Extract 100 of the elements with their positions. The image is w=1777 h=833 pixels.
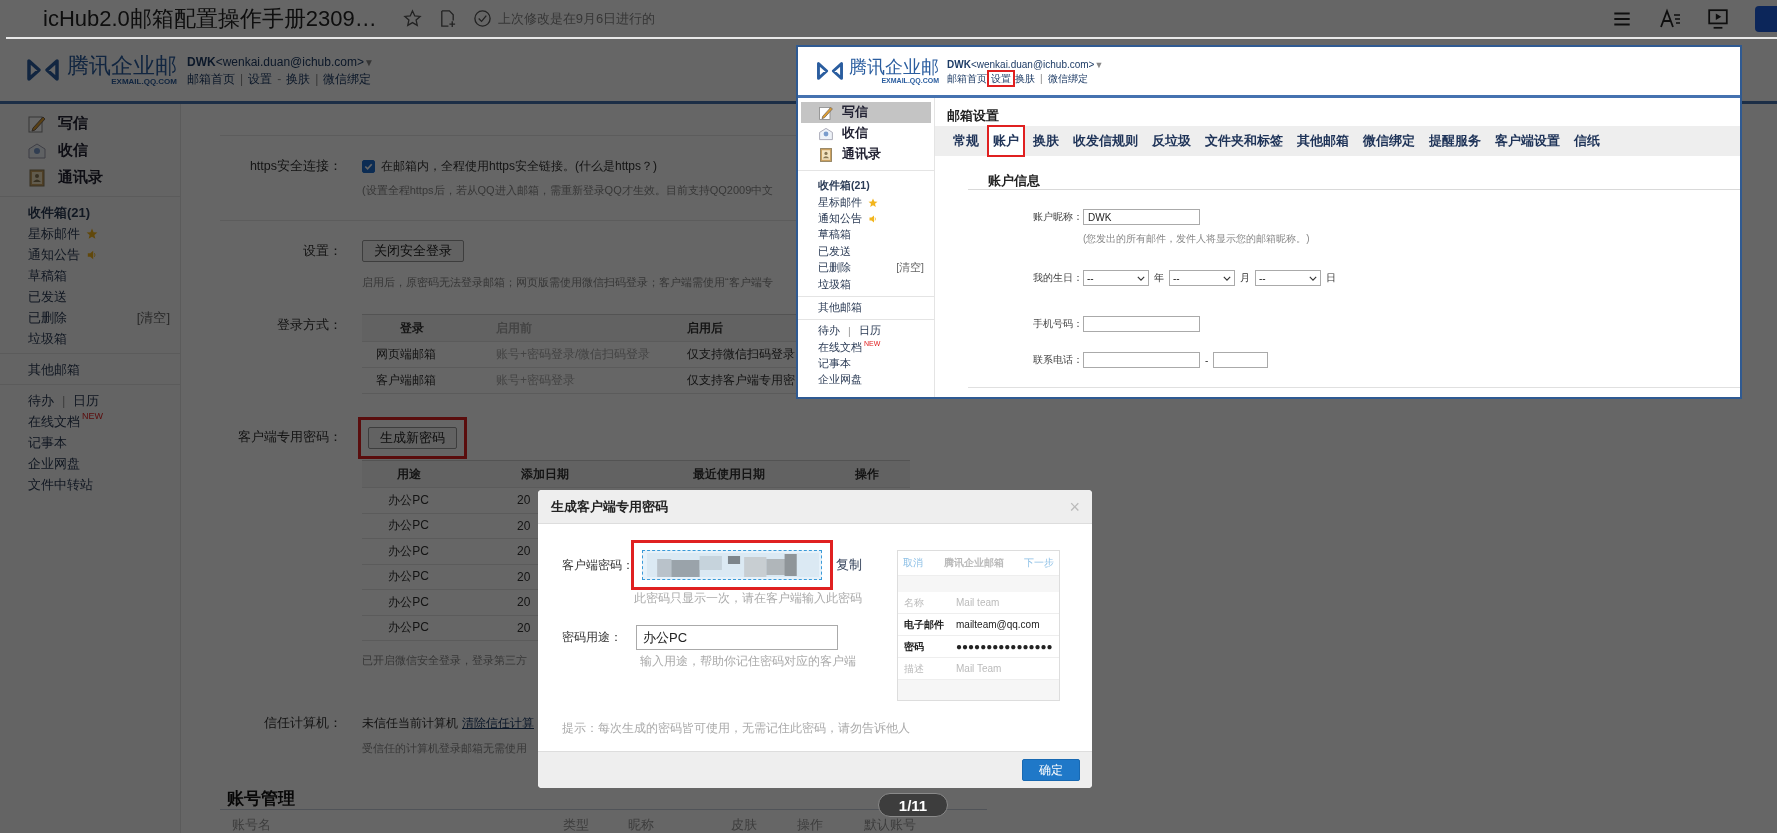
table-cell-text: 办公PC: [387, 568, 430, 586]
field-label: 客户端密码：: [562, 556, 635, 574]
table-cell-text: 办公PC: [387, 593, 430, 611]
header-button[interactable]: [1755, 5, 1777, 32]
link-separator: |: [61, 393, 67, 408]
table-cell-text: 网页端邮箱: [375, 346, 437, 363]
preview-label: 描述: [904, 661, 925, 676]
column-header: 启用后: [686, 319, 723, 337]
settings-tab[interactable]: 微信绑定: [1357, 125, 1421, 157]
logo-icon: [816, 61, 844, 81]
text-field[interactable]: [1083, 352, 1200, 368]
settings-tab[interactable]: 常规: [947, 125, 985, 157]
field-label: 联系电话：: [1032, 353, 1083, 367]
logo-domain: EXMAIL.QQ.COM: [111, 78, 177, 86]
setting-text: 在邮箱内，全程使用https安全链接。(什么是https？): [381, 157, 658, 175]
table-cell-text: 办公PC: [387, 542, 430, 560]
check-circle-icon: [472, 9, 492, 28]
preview-label: 密码: [904, 639, 925, 654]
folder-link[interactable]: 已删除: [818, 261, 851, 276]
dropdown[interactable]: --: [1169, 270, 1235, 286]
settings-tab[interactable]: 客户端设置: [1489, 125, 1566, 157]
dialog-title: 生成客户端专用密码: [551, 497, 668, 516]
logo-text: 腾讯企业邮: [849, 57, 939, 77]
table-cell: 20: [517, 569, 531, 584]
address-book-icon: [27, 167, 47, 188]
link-separator: |: [847, 325, 852, 338]
dash-label: -: [1204, 354, 1210, 366]
caret-icon[interactable]: ▼: [1094, 59, 1104, 70]
dropdown[interactable]: --: [1255, 270, 1321, 286]
confirm-button[interactable]: 确定: [1022, 759, 1080, 781]
page-counter: 1/11: [878, 793, 948, 817]
settings-tab[interactable]: 换肤: [1027, 125, 1065, 157]
text-field[interactable]: [1213, 352, 1269, 368]
envelope-icon: [818, 125, 834, 142]
action-label: 收信: [58, 141, 88, 160]
folder-link[interactable]: 日历: [858, 324, 881, 339]
logo-icon: [26, 58, 60, 82]
hint-text: (您发出的所有邮件，发件人将显示您的邮箱昵称。): [1083, 233, 1310, 245]
star-icon: [868, 197, 878, 208]
chevron-down-icon: [1223, 275, 1231, 281]
folder-link[interactable]: 企业网盘: [818, 373, 862, 388]
settings-tab[interactable]: 信纸: [1568, 125, 1606, 157]
table-cell: 20: [517, 595, 531, 610]
link-separator: -: [276, 70, 283, 87]
copy-link[interactable]: 复制: [836, 556, 862, 574]
purpose-field[interactable]: 办公PC: [636, 625, 838, 650]
table-cell: 20: [517, 544, 531, 559]
settings-tab[interactable]: 提醒服务: [1423, 125, 1487, 157]
text-field[interactable]: DWK: [1083, 209, 1200, 225]
action-label: 通讯录: [58, 168, 103, 187]
table-cell-text: 办公PC: [387, 517, 430, 535]
folder-link[interactable]: 待办: [818, 324, 840, 339]
chevron-down-icon: [1309, 275, 1317, 281]
setting-label: 信任计算机：: [263, 715, 342, 731]
settings-tab[interactable]: 其他邮箱: [1291, 125, 1355, 157]
header-link[interactable]: 邮箱首页: [947, 71, 989, 85]
header-link[interactable]: 设置: [989, 71, 1013, 85]
star-icon: [402, 9, 422, 28]
table-cell-text: 仅支持微信扫码登录: [686, 346, 795, 363]
new-label: NEW: [82, 411, 103, 421]
table-cell-text: 办公PC: [387, 619, 430, 637]
notepad-pencil-icon: [27, 113, 47, 134]
checkbox[interactable]: [362, 159, 375, 173]
folder-link[interactable]: 草稿箱: [818, 228, 851, 243]
folder-link[interactable]: 星标邮件: [818, 195, 862, 210]
sidebar-action[interactable]: 收信: [801, 123, 931, 144]
settings-tab[interactable]: 账户: [987, 125, 1025, 157]
address-book-icon: [818, 146, 834, 163]
folder-link[interactable]: 已发送: [818, 244, 851, 259]
table-cell: 20: [517, 518, 531, 533]
action-label: 写信: [842, 104, 868, 121]
dropdown[interactable]: --: [1083, 270, 1149, 286]
clear-link[interactable]: [清空]: [896, 261, 924, 276]
user-email: <wenkai.duan@ichub.com>: [970, 58, 1095, 70]
text-field[interactable]: [1083, 316, 1200, 332]
settings-tab[interactable]: 文件夹和标签: [1199, 125, 1289, 157]
folder-link[interactable]: 收件箱(21): [818, 179, 870, 194]
password-field[interactable]: [642, 550, 822, 580]
link-separator: |: [239, 70, 245, 87]
settings-tab[interactable]: 反垃圾: [1146, 125, 1197, 157]
presentation-icon: [1707, 7, 1729, 30]
folder-link[interactable]: 垃圾箱: [818, 277, 851, 292]
link-separator: |: [1039, 71, 1044, 85]
notepad-pencil-icon: [818, 104, 834, 121]
setting-label: 客户端专用密码：: [237, 429, 342, 446]
folder-link[interactable]: 记事本: [818, 357, 851, 372]
header-link[interactable]: 换肤: [1013, 71, 1037, 85]
folder-link[interactable]: 在线文档: [818, 340, 862, 355]
action-label: 通讯录: [842, 146, 881, 163]
sidebar-action[interactable]: 通讯录: [801, 144, 931, 165]
settings-tab[interactable]: 收发信规则: [1067, 125, 1144, 157]
setting-text: 未信任当前计算机: [362, 714, 458, 732]
folder-link[interactable]: 其他邮箱: [818, 300, 862, 315]
column-header: 最近使用日期: [692, 465, 766, 483]
header-link[interactable]: 微信绑定: [1045, 71, 1090, 85]
table-cell: 20: [517, 493, 531, 508]
sidebar-action[interactable]: 写信: [801, 102, 931, 123]
setting-label: https安全连接：: [248, 158, 342, 174]
folder-link[interactable]: 通知公告: [818, 211, 862, 226]
logo-text: 腾讯企业邮: [67, 54, 177, 78]
